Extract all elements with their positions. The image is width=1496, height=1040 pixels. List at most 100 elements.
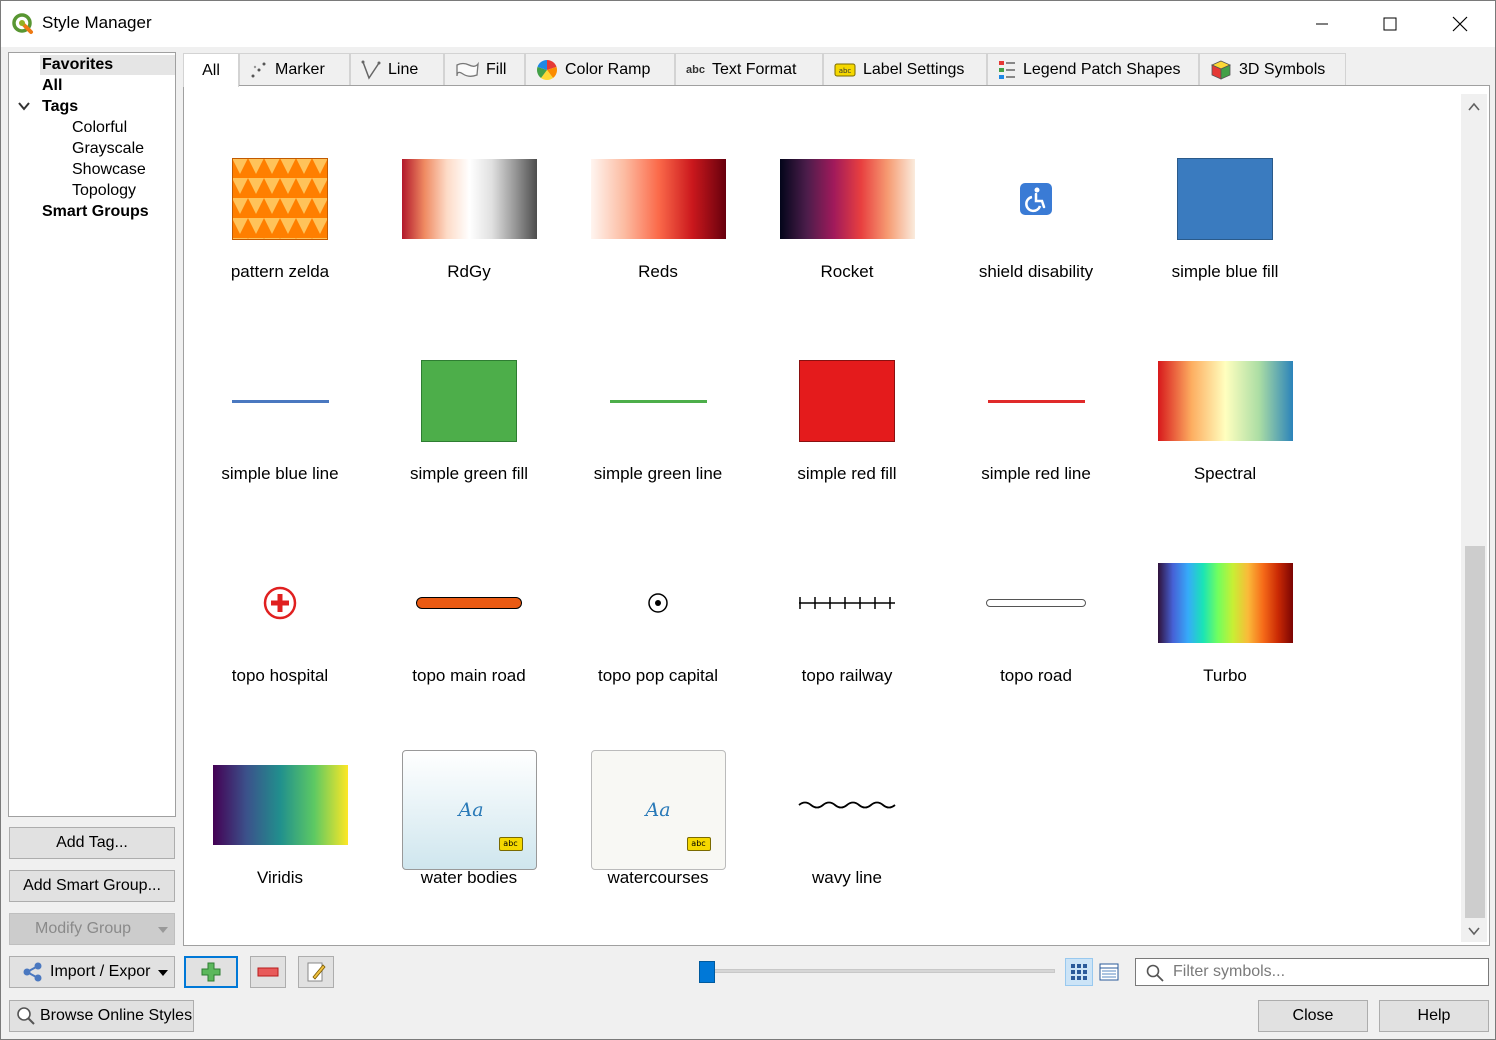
chevron-down-icon[interactable]	[17, 99, 31, 113]
plus-icon	[201, 962, 221, 982]
import-export-button[interactable]: Import / Expor	[9, 956, 175, 988]
symbol-item[interactable]: Spectral	[1135, 346, 1315, 536]
symbol-item[interactable]: Turbo	[1135, 548, 1315, 738]
maximize-button[interactable]	[1355, 1, 1425, 47]
minimize-button[interactable]	[1287, 1, 1357, 47]
symbol-item[interactable]: simple red fill	[757, 346, 937, 536]
import-export-label: Import / Expor	[50, 963, 151, 980]
remove-symbol-button[interactable]	[250, 956, 286, 988]
symbol-name: Viridis	[257, 868, 303, 887]
tab-legend-patch-shapes[interactable]: Legend Patch Shapes	[987, 53, 1199, 85]
symbol-item[interactable]: simple green fill	[379, 346, 559, 536]
tree-item-tags[interactable]: Tags	[42, 97, 78, 117]
symbol-item[interactable]: Aa abc watercourses	[568, 750, 748, 940]
ramp-preview	[568, 144, 748, 254]
symbol-item[interactable]: wavy line	[757, 750, 937, 940]
symbol-item[interactable]: Rocket	[757, 144, 937, 334]
symbol-item[interactable]: Aa abc water bodies	[379, 750, 559, 940]
symbol-item[interactable]: simple blue fill	[1135, 144, 1315, 334]
wheelchair-icon	[946, 144, 1126, 254]
label-preview: Aa abc	[379, 750, 559, 870]
filter-symbols-input[interactable]: Filter symbols...	[1135, 958, 1489, 986]
tab-label: Text Format	[711, 60, 797, 78]
tab-3d-symbols[interactable]: 3D Symbols	[1199, 53, 1346, 85]
symbol-item[interactable]: RdGy	[379, 144, 559, 334]
list-view-button[interactable]	[1095, 958, 1123, 986]
tab-label: Legend Patch Shapes	[1023, 60, 1181, 78]
browse-online-label: Browse Online Styles	[40, 1007, 193, 1024]
add-smart-group-button[interactable]: Add Smart Group...	[9, 870, 175, 902]
icon-size-slider-handle[interactable]	[699, 961, 715, 983]
symbol-item[interactable]: topo road	[946, 548, 1126, 738]
tab-color-ramp[interactable]: Color Ramp	[525, 53, 675, 85]
style-manager-window: Style Manager Favorites All Tags Colorfu…	[0, 0, 1496, 1040]
symbol-name: Turbo	[1203, 666, 1247, 685]
tree-item-showcase[interactable]: Showcase	[72, 160, 146, 180]
tab-all[interactable]: All	[183, 53, 239, 87]
symbol-item[interactable]: simple blue line	[190, 346, 370, 536]
tree-item-colorful[interactable]: Colorful	[72, 118, 127, 138]
tab-fill[interactable]: Fill	[444, 53, 525, 85]
wavy-line-preview	[757, 750, 937, 860]
symbol-item[interactable]: shield disability	[946, 144, 1126, 334]
tab-label: Line	[388, 60, 419, 78]
scroll-up-icon[interactable]	[1467, 100, 1481, 114]
symbol-name: simple red fill	[797, 464, 897, 483]
help-button[interactable]: Help	[1379, 1000, 1489, 1032]
tab-marker[interactable]: Marker	[239, 53, 350, 85]
icon-size-slider-track[interactable]	[701, 969, 1055, 973]
symbol-name: topo railway	[801, 666, 893, 685]
sample-text: Aa	[645, 799, 671, 821]
dropdown-arrow-icon	[158, 970, 168, 976]
symbol-name: watercourses	[607, 868, 709, 887]
symbol-item[interactable]: topo pop capital	[568, 548, 748, 738]
icon-view-button[interactable]	[1065, 958, 1093, 986]
close-window-button[interactable]	[1425, 1, 1495, 47]
label-badge-icon: abc	[686, 837, 711, 851]
label-settings-icon: abc	[834, 63, 856, 76]
symbol-name: pattern zelda	[230, 262, 330, 281]
line-preview	[568, 346, 748, 456]
title-bar: Style Manager	[1, 1, 1495, 47]
symbol-item[interactable]: topo hospital	[190, 548, 370, 738]
close-button[interactable]: Close	[1258, 1000, 1368, 1032]
fill-icon	[456, 61, 479, 77]
symbol-name: simple green fill	[409, 464, 529, 483]
add-symbol-button[interactable]	[184, 956, 238, 988]
browse-online-styles-button[interactable]: Browse Online Styles	[9, 1000, 194, 1032]
scroll-thumb[interactable]	[1465, 546, 1485, 918]
ramp-preview	[757, 144, 937, 254]
tab-label: All	[202, 61, 220, 79]
symbol-item[interactable]: Reds	[568, 144, 748, 334]
symbol-item[interactable]: simple green line	[568, 346, 748, 536]
line-icon	[361, 60, 381, 80]
symbol-item[interactable]: topo railway	[757, 548, 937, 738]
ramp-preview	[379, 144, 559, 254]
symbol-item[interactable]: Viridis	[190, 750, 370, 940]
symbol-name: simple red line	[981, 464, 1091, 483]
ramp-preview	[190, 750, 370, 860]
add-tag-button[interactable]: Add Tag...	[9, 827, 175, 859]
tree-item-topology[interactable]: Topology	[72, 181, 136, 201]
qgis-logo-icon	[12, 13, 34, 35]
list-view-icon	[1099, 963, 1119, 981]
tree-item-all[interactable]: All	[42, 76, 62, 96]
tree-item-grayscale[interactable]: Grayscale	[72, 139, 144, 159]
symbol-item[interactable]: topo main road	[379, 548, 559, 738]
search-icon	[17, 1007, 35, 1025]
modify-group-button[interactable]: Modify Group	[9, 913, 175, 945]
scroll-down-icon[interactable]	[1467, 924, 1481, 938]
symbol-item[interactable]: pattern zelda	[190, 144, 370, 334]
tab-label-settings[interactable]: abc Label Settings	[823, 53, 987, 85]
pattern-preview	[190, 144, 370, 254]
line-preview	[190, 346, 370, 456]
symbol-item[interactable]: simple red line	[946, 346, 1126, 536]
tab-text-format[interactable]: abc Text Format	[675, 53, 823, 85]
vertical-scrollbar[interactable]	[1461, 94, 1487, 942]
edit-symbol-button[interactable]	[298, 956, 334, 988]
tree-item-favorites[interactable]: Favorites	[40, 55, 175, 75]
tree-item-smart-groups[interactable]: Smart Groups	[42, 202, 149, 222]
tab-line[interactable]: Line	[350, 53, 444, 85]
symbol-name: simple green line	[593, 464, 723, 483]
symbol-name: simple blue line	[221, 464, 339, 483]
